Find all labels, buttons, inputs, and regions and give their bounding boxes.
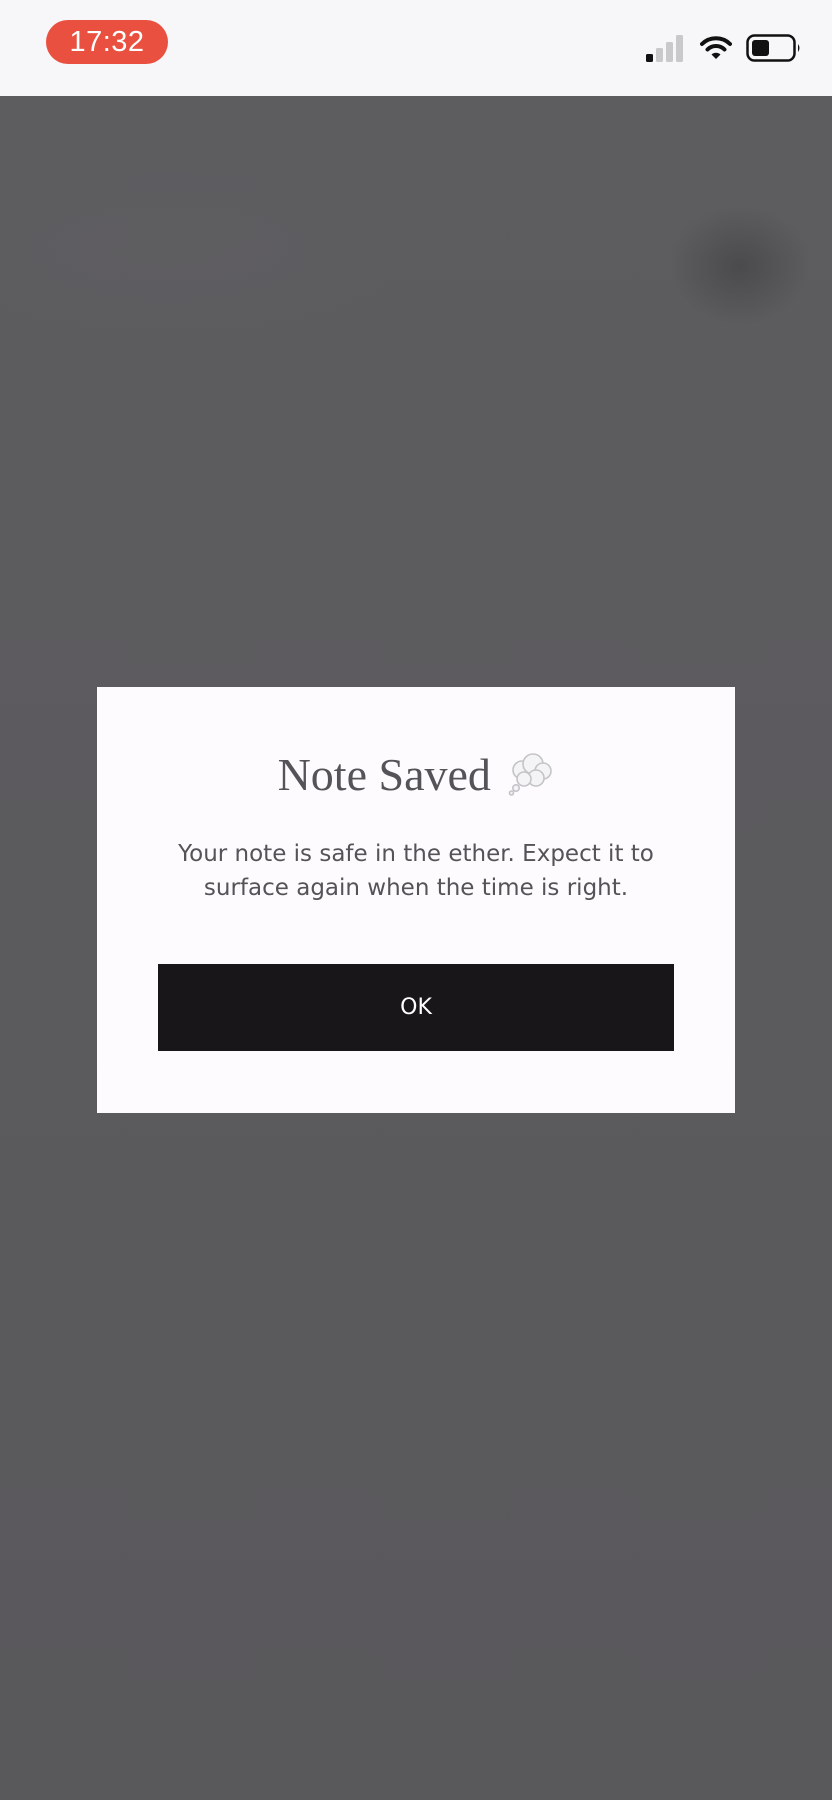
dialog-title: Note Saved — [97, 747, 735, 802]
note-saved-dialog: Note Saved Your note is safe in the ethe… — [97, 687, 735, 1113]
app-screen: 17:32 Note Saved Your note is safe in th… — [0, 0, 832, 1800]
status-time: 17:32 — [46, 20, 168, 64]
dialog-message: Your note is safe in the ether. Expect i… — [178, 841, 654, 901]
battery-icon — [746, 34, 800, 62]
status-bar: 17:32 — [0, 0, 832, 96]
dialog-title-text: Note Saved — [277, 749, 491, 800]
thought-balloon-icon — [509, 753, 553, 796]
status-icons — [646, 33, 802, 63]
signal-icon — [646, 35, 683, 62]
ok-button[interactable]: OK — [158, 964, 674, 1051]
wifi-icon — [700, 36, 732, 59]
